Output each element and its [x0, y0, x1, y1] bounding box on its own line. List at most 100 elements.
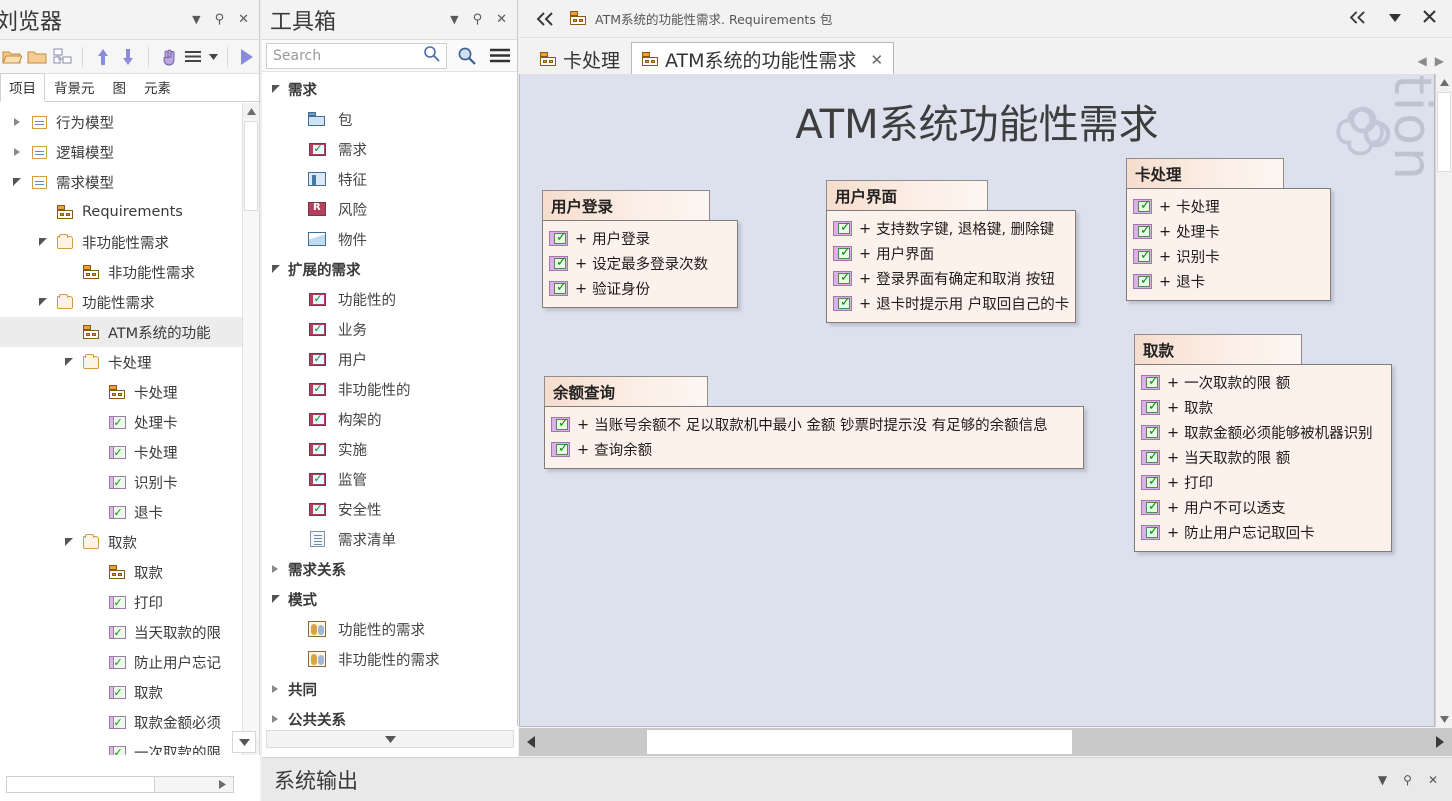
uml-requirement-row[interactable]: ✓ + 查询余额 [551, 437, 1077, 462]
folder-open-icon[interactable] [0, 44, 23, 70]
close-icon[interactable]: ✕ [1428, 773, 1438, 787]
tree-twisty[interactable] [58, 538, 80, 546]
scroll-right-icon[interactable] [1428, 729, 1452, 755]
tree-twisty[interactable] [32, 298, 54, 306]
scroll-right-icon[interactable] [211, 777, 233, 792]
tree-hscrollbar[interactable] [6, 776, 234, 793]
uml-requirement-row[interactable]: ✓ + 支持数字键, 退格键, 删除键 [833, 216, 1069, 241]
chevron-right-icon[interactable] [14, 148, 20, 156]
toolbox-menu-button[interactable] [483, 41, 517, 71]
pin-icon[interactable]: ⚲ [215, 13, 225, 26]
toolbox-group-twisty[interactable] [272, 565, 288, 573]
tree-vertical-scrollbar[interactable] [242, 103, 259, 755]
tree-item[interactable]: ✓ 防止用户忘记 [0, 647, 259, 677]
toolbox-item[interactable]: 物件 [262, 224, 517, 254]
menu-icon[interactable] [182, 44, 205, 70]
tree-item[interactable]: ✓ 取款金额必须 [0, 707, 259, 737]
uml-package-box[interactable]: 取款 ✓ + 一次取款的限 额 ✓ + 取款 ✓ + 取款金额必须能够被机器识别 ✓ + 当天取款的限 … [1134, 334, 1392, 552]
toolbox-item[interactable]: ✓ 功能性的 [262, 284, 517, 314]
model-tree-icon[interactable] [51, 44, 74, 70]
caret-down-icon[interactable]: ▼ [450, 14, 458, 25]
tree-item[interactable]: ✓ 取款 [0, 677, 259, 707]
tree-overflow-caret-icon[interactable] [232, 731, 256, 753]
toolbox-item[interactable]: 功能性的需求 [262, 614, 517, 644]
canvas-horizontal-scrollbar[interactable] [519, 728, 1452, 756]
uml-package-box[interactable]: 用户界面 ✓ + 支持数字键, 退格键, 删除键 ✓ + 用户界面 ✓ + 登录界面有确定和取消 … [826, 180, 1076, 323]
tree-twisty[interactable] [58, 358, 80, 366]
tree-item[interactable]: 取款 [0, 557, 259, 587]
toolbox-group-twisty[interactable] [272, 595, 288, 603]
document-tab-atm-functional-requirements[interactable]: ATM系统的功能性需求 ✕ [631, 42, 895, 76]
toolbox-more-caret-icon[interactable] [266, 730, 514, 748]
folder-icon[interactable] [25, 44, 48, 70]
tree-item[interactable]: ✓ 一次取款的限 [0, 737, 259, 755]
uml-package-box[interactable]: 卡处理 ✓ + 卡处理 ✓ + 处理卡 ✓ + 识别卡 ✓ + 退卡 [1126, 158, 1331, 301]
uml-requirement-row[interactable]: ✓ + 防止用户忘记取回卡 [1141, 520, 1385, 545]
tree-item[interactable]: 行为模型 [0, 107, 259, 137]
uml-requirement-row[interactable]: ✓ + 卡处理 [1133, 194, 1324, 219]
chevrons-left-icon[interactable] [529, 11, 561, 26]
uml-requirement-row[interactable]: ✓ + 识别卡 [1133, 244, 1324, 269]
close-icon[interactable]: ✕ [238, 13, 249, 26]
browser-tab-context[interactable]: 背景元 [45, 73, 104, 101]
tree-item[interactable]: ✓ 识别卡 [0, 467, 259, 497]
toolbox-group-twisty[interactable] [272, 715, 288, 723]
move-down-icon[interactable] [117, 44, 140, 70]
search-icon[interactable] [423, 45, 440, 66]
caret-down-icon[interactable]: ▼ [192, 14, 200, 25]
toolbox-list[interactable]: 需求包✓需求特征风险物件扩展的需求✓功能性的✓业务✓用户✓非功能性的✓构架的✓实… [262, 74, 517, 726]
toolbox-item[interactable]: ✓ 非功能性的 [262, 374, 517, 404]
tab-next-icon[interactable]: ▶ [1435, 54, 1444, 68]
toolbox-group-header[interactable]: 需求关系 [262, 554, 517, 584]
document-tab-card-processing[interactable]: 卡处理 [529, 42, 631, 76]
close-icon[interactable] [1423, 10, 1436, 27]
scroll-up-icon[interactable] [1436, 74, 1452, 90]
menu-caret-icon[interactable] [208, 44, 219, 70]
scroll-left-icon[interactable] [519, 729, 543, 755]
tree-item[interactable]: 功能性需求 [0, 287, 259, 317]
chevron-down-icon[interactable] [13, 178, 21, 186]
tree-item[interactable]: 逻辑模型 [0, 137, 259, 167]
uml-package-box[interactable]: 用户登录 ✓ + 用户登录 ✓ + 设定最多登录次数 ✓ + 验证身份 [542, 190, 738, 308]
uml-requirement-row[interactable]: ✓ + 取款 [1141, 395, 1385, 420]
close-icon[interactable]: ✕ [496, 13, 507, 26]
close-icon[interactable]: ✕ [871, 51, 884, 69]
canvas-vertical-scrollbar[interactable] [1435, 74, 1452, 727]
toolbox-group-header[interactable]: 共同 [262, 674, 517, 704]
scroll-down-icon[interactable] [1436, 711, 1452, 727]
toolbox-group-twisty[interactable] [272, 265, 288, 273]
toolbox-group-header[interactable]: 模式 [262, 584, 517, 614]
caret-down-icon[interactable] [1389, 11, 1401, 26]
tree-twisty[interactable] [32, 238, 54, 246]
toolbox-group-twisty[interactable] [272, 685, 288, 693]
toolbox-group-header[interactable]: 公共关系 [262, 704, 517, 726]
scroll-thumb[interactable] [647, 730, 1072, 754]
project-tree[interactable]: 行为模型 逻辑模型 需求模型 Requirements 非功能性需求 非功能性需求 功能性需… [0, 103, 260, 755]
toolbox-item[interactable]: ✓ 业务 [262, 314, 517, 344]
uml-requirement-row[interactable]: ✓ + 处理卡 [1133, 219, 1324, 244]
chevron-down-icon[interactable] [39, 238, 47, 246]
pin-icon[interactable]: ⚲ [1403, 773, 1412, 787]
toolbox-item[interactable]: ✓ 安全性 [262, 494, 517, 524]
uml-requirement-row[interactable]: ✓ + 取款金额必须能够被机器识别 [1141, 420, 1385, 445]
tree-item[interactable]: ATM系统的功能 [0, 317, 259, 347]
browser-tab-diagram[interactable]: 图 [104, 73, 136, 101]
toolbox-item[interactable]: 包 [262, 104, 517, 134]
toolbox-item[interactable]: ✓ 构架的 [262, 404, 517, 434]
toolbox-item[interactable]: ✓ 实施 [262, 434, 517, 464]
chevron-down-icon[interactable] [39, 298, 47, 306]
toolbox-item[interactable]: ✓ 用户 [262, 344, 517, 374]
tree-twisty[interactable] [6, 118, 28, 126]
scroll-track[interactable] [543, 729, 1428, 755]
scroll-up-icon[interactable] [243, 103, 259, 119]
tree-item[interactable]: 需求模型 [0, 167, 259, 197]
toolbox-group-header[interactable]: 扩展的需求 [262, 254, 517, 284]
tree-item[interactable]: 卡处理 [0, 347, 259, 377]
uml-requirement-row[interactable]: ✓ + 用户界面 [833, 241, 1069, 266]
tree-item[interactable]: 非功能性需求 [0, 257, 259, 287]
tab-prev-icon[interactable]: ◀ [1418, 54, 1427, 68]
uml-requirement-row[interactable]: ✓ + 一次取款的限 额 [1141, 370, 1385, 395]
uml-requirement-row[interactable]: ✓ + 验证身份 [549, 276, 731, 301]
uml-requirement-row[interactable]: ✓ + 登录界面有确定和取消 按钮 [833, 266, 1069, 291]
tree-item[interactable]: 取款 [0, 527, 259, 557]
